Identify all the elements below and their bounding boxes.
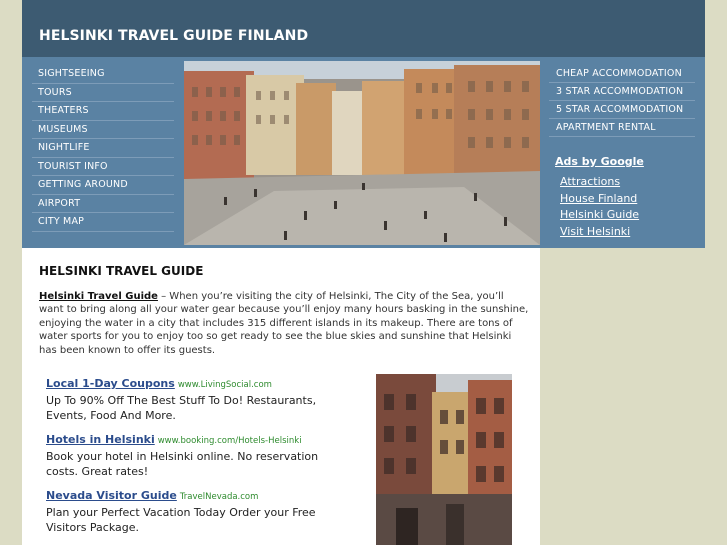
hero-city-square-photo — [184, 61, 540, 245]
right-column — [540, 248, 705, 545]
intro-link[interactable]: Helsinki Travel Guide — [39, 291, 158, 302]
nav-item-airport[interactable]: AIRPORT — [32, 195, 174, 213]
nav-item-theaters[interactable]: THEATERS — [32, 102, 174, 121]
ad-url[interactable]: TravelNevada.com — [180, 492, 259, 502]
nav-item-tourist-info[interactable]: TOURIST INFO — [32, 158, 174, 176]
nav-item-museums[interactable]: MUSEUMS — [32, 121, 174, 139]
right-navigation: CHEAP ACCOMMODATION 3 STAR ACCOMMODATION… — [549, 65, 695, 137]
nav-item-cheap-accommodation[interactable]: CHEAP ACCOMMODATION — [549, 65, 695, 83]
nav-item-3-star-accommodation[interactable]: 3 STAR ACCOMMODATION — [549, 83, 695, 101]
ad-url[interactable]: www.LivingSocial.com — [178, 380, 272, 390]
nav-item-nightlife[interactable]: NIGHTLIFE — [32, 139, 174, 158]
side-link-house-finland[interactable]: House Finland — [560, 191, 639, 208]
ad-item: Hotels in Helsinki www.booking.com/Hotels… — [46, 432, 346, 479]
ad-header: Hotels in Helsinki www.booking.com/Hotels… — [46, 432, 346, 449]
nav-item-getting-around[interactable]: GETTING AROUND — [32, 176, 174, 195]
nav-item-5-star-accommodation[interactable]: 5 STAR ACCOMMODATION — [549, 101, 695, 119]
intro-paragraph: Helsinki Travel Guide – When you’re visi… — [39, 290, 531, 357]
side-link-visit-helsinki[interactable]: Visit Helsinki — [560, 224, 639, 241]
site-title[interactable]: HELSINKI TRAVEL GUIDE FINLAND — [39, 28, 308, 44]
content-title: HELSINKI TRAVEL GUIDE — [39, 264, 204, 278]
nav-item-tours[interactable]: TOURS — [32, 84, 174, 102]
ad-title-link[interactable]: Nevada Visitor Guide — [46, 489, 177, 502]
navigation-band: SIGHTSEEING TOURS THEATERS MUSEUMS NIGHT… — [22, 57, 705, 248]
ads-by-google-link[interactable]: Ads by Google — [555, 155, 644, 168]
ad-text: Up To 90% Off The Best Stuff To Do! Rest… — [46, 394, 317, 422]
ad-header: Local 1-Day Coupons www.LivingSocial.com — [46, 376, 346, 393]
ad-title-link[interactable]: Local 1-Day Coupons — [46, 377, 175, 390]
side-link-attractions[interactable]: Attractions — [560, 174, 639, 191]
street-building-illustration — [376, 374, 512, 545]
ad-text: Plan your Perfect Vacation Today Order y… — [46, 506, 316, 534]
ad-url[interactable]: www.booking.com/Hotels-Helsinki — [158, 436, 302, 446]
street-photo — [376, 374, 512, 545]
main-content: HELSINKI TRAVEL GUIDE Helsinki Travel Gu… — [22, 248, 540, 545]
ad-title-link[interactable]: Hotels in Helsinki — [46, 433, 155, 446]
ad-text: Book your hotel in Helsinki online. No r… — [46, 450, 319, 478]
nav-item-apartment-rental[interactable]: APARTMENT RENTAL — [549, 119, 695, 137]
left-navigation: SIGHTSEEING TOURS THEATERS MUSEUMS NIGHT… — [32, 65, 174, 232]
city-square-illustration — [184, 61, 540, 245]
ad-item: Nevada Visitor Guide TravelNevada.com Pla… — [46, 488, 346, 535]
nav-item-city-map[interactable]: CITY MAP — [32, 213, 174, 232]
ad-item: Local 1-Day Coupons www.LivingSocial.com … — [46, 376, 346, 423]
ad-header: Nevada Visitor Guide TravelNevada.com — [46, 488, 346, 505]
ad-list: Local 1-Day Coupons www.LivingSocial.com … — [46, 376, 346, 544]
nav-item-sightseeing[interactable]: SIGHTSEEING — [32, 65, 174, 84]
site-header: HELSINKI TRAVEL GUIDE FINLAND — [22, 0, 705, 58]
side-link-helsinki-guide[interactable]: Helsinki Guide — [560, 207, 639, 224]
side-ad-links: Attractions House Finland Helsinki Guide… — [560, 174, 639, 240]
